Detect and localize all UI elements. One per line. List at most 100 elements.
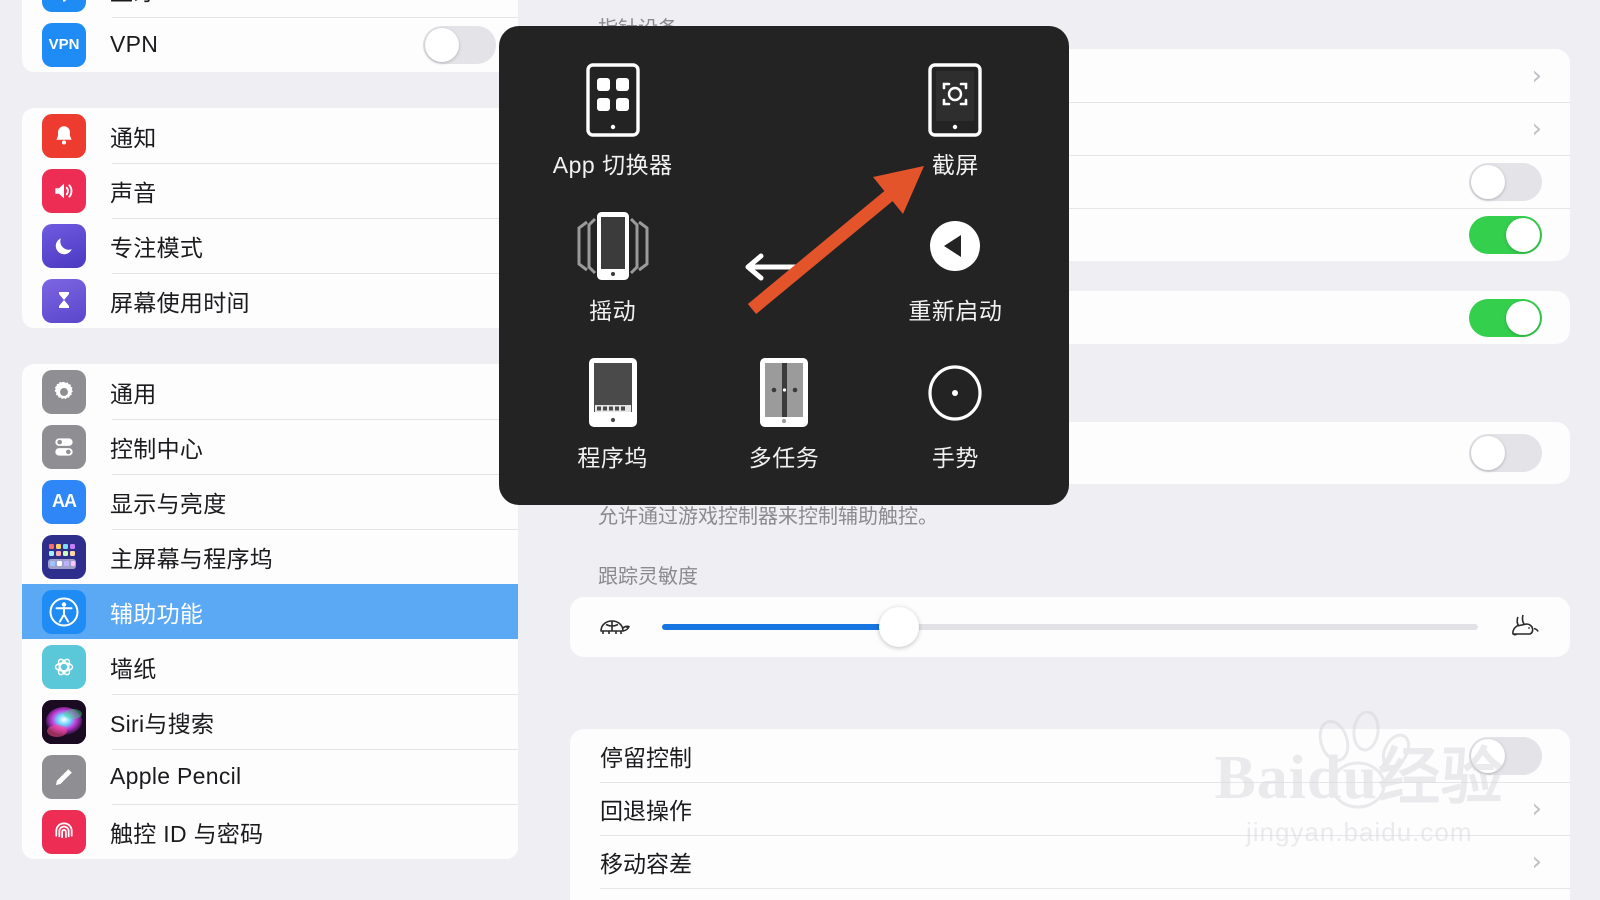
toggle-knob	[1471, 738, 1505, 773]
screenshot-glyph	[928, 63, 983, 137]
sidebar-group-system: 通用 控制中心 AA 显示与亮度 主屏幕与程序坞 辅助功能 墙纸 Siri与搜索…	[22, 364, 518, 859]
control-center-glyph	[55, 437, 73, 456]
menu-item-label: 手势	[931, 444, 979, 471]
row-toggle-on[interactable]	[1469, 215, 1542, 254]
siri-icon	[42, 699, 86, 744]
sidebar-item-bluetooth[interactable]: 蓝牙 打开	[22, 0, 518, 17]
app-switcher-glyph	[585, 63, 640, 137]
sidebar-item-label: 屏幕使用时间	[110, 289, 250, 316]
gesture-glyph	[928, 365, 982, 421]
turtle-glyph	[600, 620, 630, 634]
chevron-right-icon: ›	[1531, 60, 1542, 91]
aa-icon: AA	[42, 479, 86, 524]
accessibility-icon	[42, 589, 86, 634]
menu-item-label: 摇动	[589, 298, 637, 325]
slider-fill	[662, 624, 899, 630]
sidebar-group-connectivity: 蓝牙 打开 VPN VPN	[22, 0, 518, 72]
sidebar-group-spacer	[0, 72, 540, 108]
row-toggle-on[interactable]	[1469, 298, 1542, 337]
detail-row-movement-tolerance[interactable]: 移动容差 ›	[570, 835, 1570, 888]
sidebar-item-apple-pencil[interactable]: Apple Pencil	[22, 749, 518, 804]
tracking-sensitivity-slider-card[interactable]	[570, 597, 1570, 657]
sidebar-item-label: 主屏幕与程序坞	[110, 545, 274, 572]
settings-sidebar[interactable]: 蓝牙 打开 VPN VPN	[0, 0, 540, 900]
chevron-right-icon: ›	[1531, 793, 1542, 824]
chevron-right-icon: ›	[1531, 113, 1542, 144]
controller-toggle[interactable]	[1469, 434, 1542, 472]
pencil-icon	[42, 754, 86, 799]
menu-item-shake[interactable]: 摇动	[527, 194, 698, 340]
home-screen-glyph	[48, 543, 76, 569]
menu-item-label: 重新启动	[908, 298, 1003, 325]
vpn-icon: VPN	[42, 22, 86, 67]
sidebar-item-focus[interactable]: 专注模式	[22, 218, 518, 273]
row-toggle-off[interactable]	[1469, 162, 1542, 201]
sidebar-item-control-center[interactable]: 控制中心	[22, 419, 518, 474]
sidebar-item-label: 显示与亮度	[110, 490, 227, 517]
bluetooth-status-value: 打开	[448, 0, 490, 5]
sidebar-item-siri[interactable]: Siri与搜索	[22, 694, 518, 749]
menu-item-dock[interactable]: 程序坞	[527, 341, 698, 487]
sidebar-item-vpn[interactable]: VPN VPN	[22, 17, 518, 72]
sidebar-item-screen-time[interactable]: 屏幕使用时间	[22, 273, 518, 328]
sidebar-item-touch-id[interactable]: 触控 ID 与密码	[22, 804, 518, 859]
dwell-control-toggle[interactable]	[1469, 736, 1542, 775]
wallpaper-glyph	[54, 658, 74, 675]
sidebar-item-label: 蓝牙	[110, 0, 157, 7]
gesture-icon	[924, 355, 986, 431]
row-label: 停留控制	[600, 744, 692, 771]
shake-icon	[563, 208, 663, 284]
sidebar-item-home-screen[interactable]: 主屏幕与程序坞	[22, 529, 518, 584]
detail-row-dwell-control[interactable]: 停留控制	[570, 729, 1570, 782]
gear-glyph	[54, 381, 73, 399]
dock-icon	[584, 355, 642, 431]
sidebar-item-label: 控制中心	[110, 435, 204, 462]
menu-item-restart[interactable]: 重新启动	[870, 194, 1041, 340]
menu-item-label: 程序坞	[577, 444, 648, 471]
vpn-toggle[interactable]	[423, 25, 496, 64]
multitask-icon	[755, 355, 813, 431]
sidebar-group-alerts: 通知 声音 专注模式 屏幕使用时间	[22, 108, 518, 328]
menu-item-gesture[interactable]: 手势	[870, 341, 1041, 487]
siri-glyph	[42, 699, 86, 744]
sidebar-item-display[interactable]: AA 显示与亮度	[22, 474, 518, 529]
sidebar-item-accessibility[interactable]: 辅助功能	[22, 584, 518, 639]
restart-icon	[927, 208, 983, 284]
detail-row-fallback-action[interactable]: 回退操作 ›	[570, 782, 1570, 835]
menu-item-screenshot[interactable]: 截屏	[870, 48, 1041, 194]
assistive-touch-grid: App 切换器 截屏 摇动 重新启动 程序坞 多任务 手势	[499, 26, 1069, 505]
sidebar-item-label: 专注模式	[110, 234, 204, 261]
sidebar-item-sounds[interactable]: 声音	[22, 163, 518, 218]
assistive-touch-menu[interactable]: App 切换器 截屏 摇动 重新启动 程序坞 多任务 手势	[499, 26, 1069, 505]
sidebar-item-wallpaper[interactable]: 墙纸	[22, 639, 518, 694]
speaker-glyph	[55, 183, 73, 198]
sidebar-item-label: Siri与搜索	[110, 710, 215, 737]
slider-track[interactable]	[662, 607, 1478, 647]
menu-item-label: 截屏	[931, 152, 979, 179]
section-header-tracking-sensitivity: 跟踪灵敏度	[598, 566, 698, 588]
moon-icon	[42, 223, 86, 268]
toggle-knob	[425, 27, 459, 62]
hourglass-icon	[42, 278, 86, 323]
menu-item-label: 多任务	[748, 444, 820, 471]
turtle-icon	[592, 610, 636, 644]
dock-glyph	[588, 357, 637, 427]
toggle-knob	[1471, 436, 1505, 470]
menu-item-app-switcher[interactable]: App 切换器	[527, 48, 698, 194]
sidebar-item-notifications[interactable]: 通知	[22, 108, 518, 163]
toggle-knob	[1506, 217, 1540, 252]
touchid-icon	[42, 809, 86, 854]
menu-item-multitask[interactable]: 多任务	[698, 341, 869, 487]
speaker-icon	[42, 168, 86, 213]
sidebar-item-general[interactable]: 通用	[22, 364, 518, 419]
gear-icon	[42, 369, 86, 414]
detail-row-hot-corners[interactable]: 触发角 ›	[570, 888, 1570, 900]
sidebar-item-label: VPN	[110, 31, 159, 57]
slider-knob[interactable]	[878, 607, 919, 647]
sidebar-item-label: Apple Pencil	[110, 763, 242, 789]
touchid-glyph	[55, 821, 73, 838]
row-label: 移动容差	[600, 850, 692, 877]
shake-glyph	[577, 212, 649, 281]
multitask-glyph	[759, 357, 808, 427]
app-switcher-icon	[584, 62, 642, 138]
